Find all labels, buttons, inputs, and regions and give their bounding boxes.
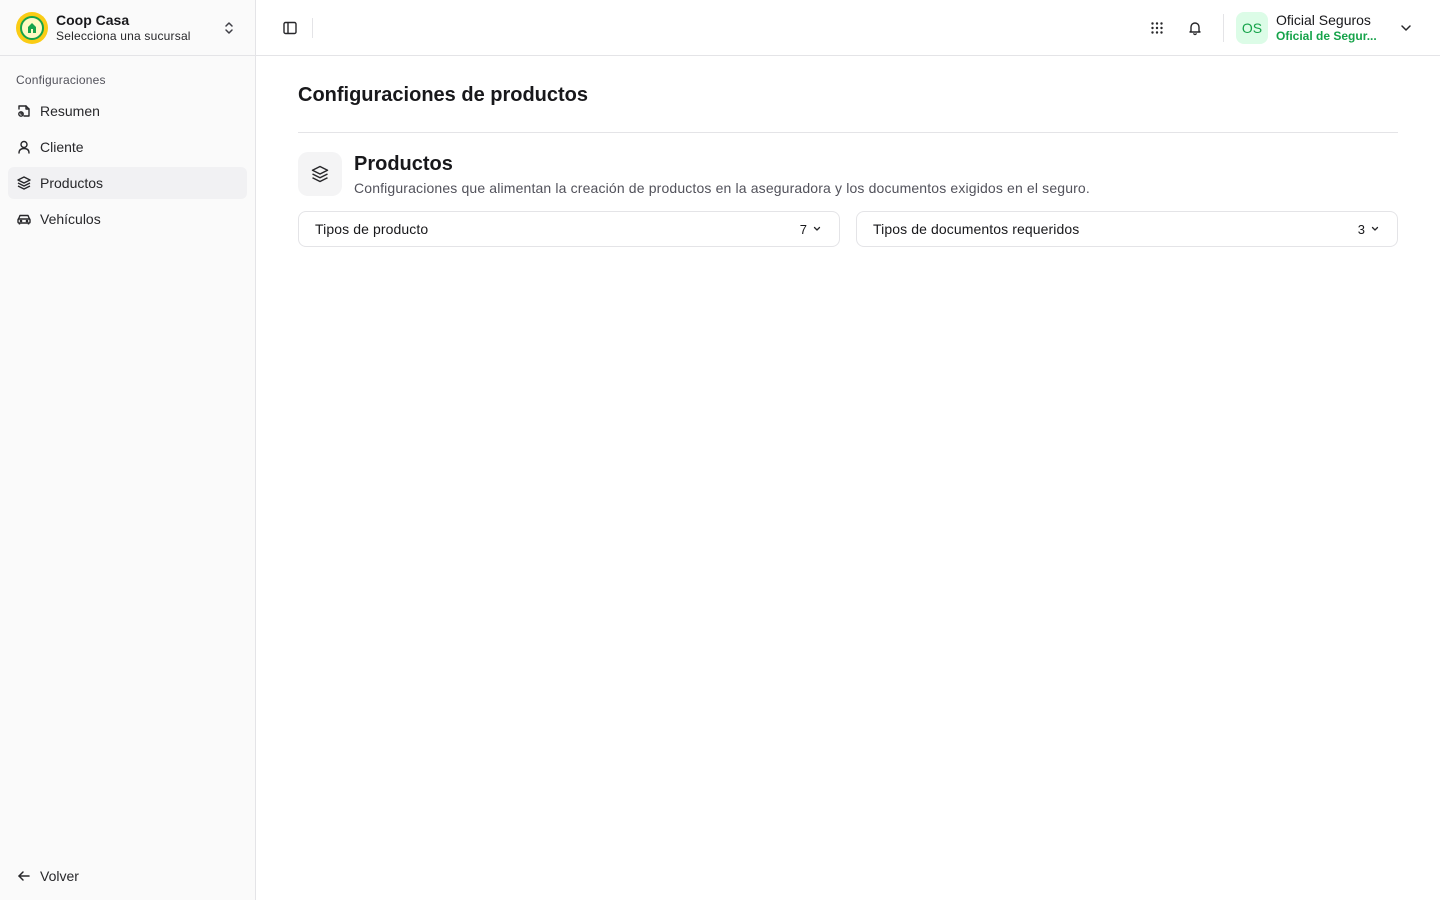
sidebar-item-vehiculos[interactable]: Vehículos bbox=[8, 203, 247, 235]
user-menu[interactable]: OS Oficial Seguros Oficial de Segur... bbox=[1236, 11, 1414, 44]
chevrons-up-down-icon bbox=[225, 21, 233, 34]
chevron-down-icon bbox=[1401, 24, 1411, 31]
page-title: Configuraciones de productos bbox=[298, 84, 589, 106]
divider bbox=[298, 132, 1398, 133]
layers-icon bbox=[298, 152, 342, 196]
summary-icon bbox=[18, 105, 30, 117]
notifications-button[interactable] bbox=[1181, 14, 1209, 42]
branch-placeholder: Selecciona una sucursal bbox=[56, 28, 191, 43]
toolbar-separator bbox=[1223, 13, 1224, 42]
toolbar-divider bbox=[312, 17, 313, 38]
sidebar: Coop Casa Selecciona una sucursal Config… bbox=[0, 0, 256, 900]
main-content: Configuraciones de productos Productos C… bbox=[298, 56, 1398, 247]
user-role: Oficial de Segur... bbox=[1276, 28, 1377, 43]
card-count: 3 bbox=[1357, 221, 1365, 237]
top-bar: OS Oficial Seguros Oficial de Segur... bbox=[256, 0, 1440, 56]
sidebar-item-resumen[interactable]: Resumen bbox=[8, 95, 247, 127]
chevron-down-icon bbox=[813, 226, 821, 231]
car-icon bbox=[17, 214, 31, 225]
layers-icon bbox=[17, 176, 31, 190]
sidebar-item-productos[interactable]: Productos bbox=[8, 167, 247, 199]
sidebar-item-label: Cliente bbox=[40, 139, 84, 155]
back-label: Volver bbox=[40, 868, 79, 884]
panel-left-icon bbox=[283, 21, 297, 34]
grid-icon bbox=[1151, 21, 1163, 34]
card-label: Tipos de producto bbox=[315, 221, 429, 237]
sidebar-item-label: Productos bbox=[40, 175, 104, 191]
section-header: Productos Configuraciones que alimentan … bbox=[298, 152, 1398, 196]
sidebar-toggle-button[interactable] bbox=[276, 14, 304, 42]
back-button[interactable]: Volver bbox=[8, 860, 248, 892]
apps-button[interactable] bbox=[1143, 14, 1171, 42]
sidebar-item-cliente[interactable]: Cliente bbox=[8, 131, 247, 163]
section-description: Configuraciones que alimentan la creació… bbox=[354, 180, 1090, 196]
org-name: Coop Casa bbox=[56, 11, 130, 28]
chevron-down-icon bbox=[1371, 226, 1379, 231]
card-count: 7 bbox=[799, 221, 807, 237]
required-documents-card[interactable]: Tipos de documentos requeridos 3 bbox=[856, 211, 1398, 247]
bell-icon bbox=[1189, 21, 1201, 35]
sidebar-item-label: Vehículos bbox=[40, 211, 101, 227]
sidebar-item-label: Resumen bbox=[40, 103, 100, 119]
config-cards: Tipos de producto 7 Tipos de documentos … bbox=[298, 211, 1398, 247]
branch-switcher[interactable]: Coop Casa Selecciona una sucursal bbox=[0, 0, 255, 56]
coop-logo bbox=[16, 11, 48, 44]
arrow-left-icon bbox=[18, 871, 30, 881]
avatar: OS bbox=[1236, 11, 1268, 44]
card-label: Tipos de documentos requeridos bbox=[873, 221, 1080, 237]
product-types-card[interactable]: Tipos de producto 7 bbox=[298, 211, 840, 247]
section-title: Productos bbox=[354, 153, 453, 175]
user-icon bbox=[18, 140, 30, 154]
nav-section-label: Configuraciones bbox=[16, 73, 106, 87]
user-name: Oficial Seguros bbox=[1276, 11, 1371, 28]
